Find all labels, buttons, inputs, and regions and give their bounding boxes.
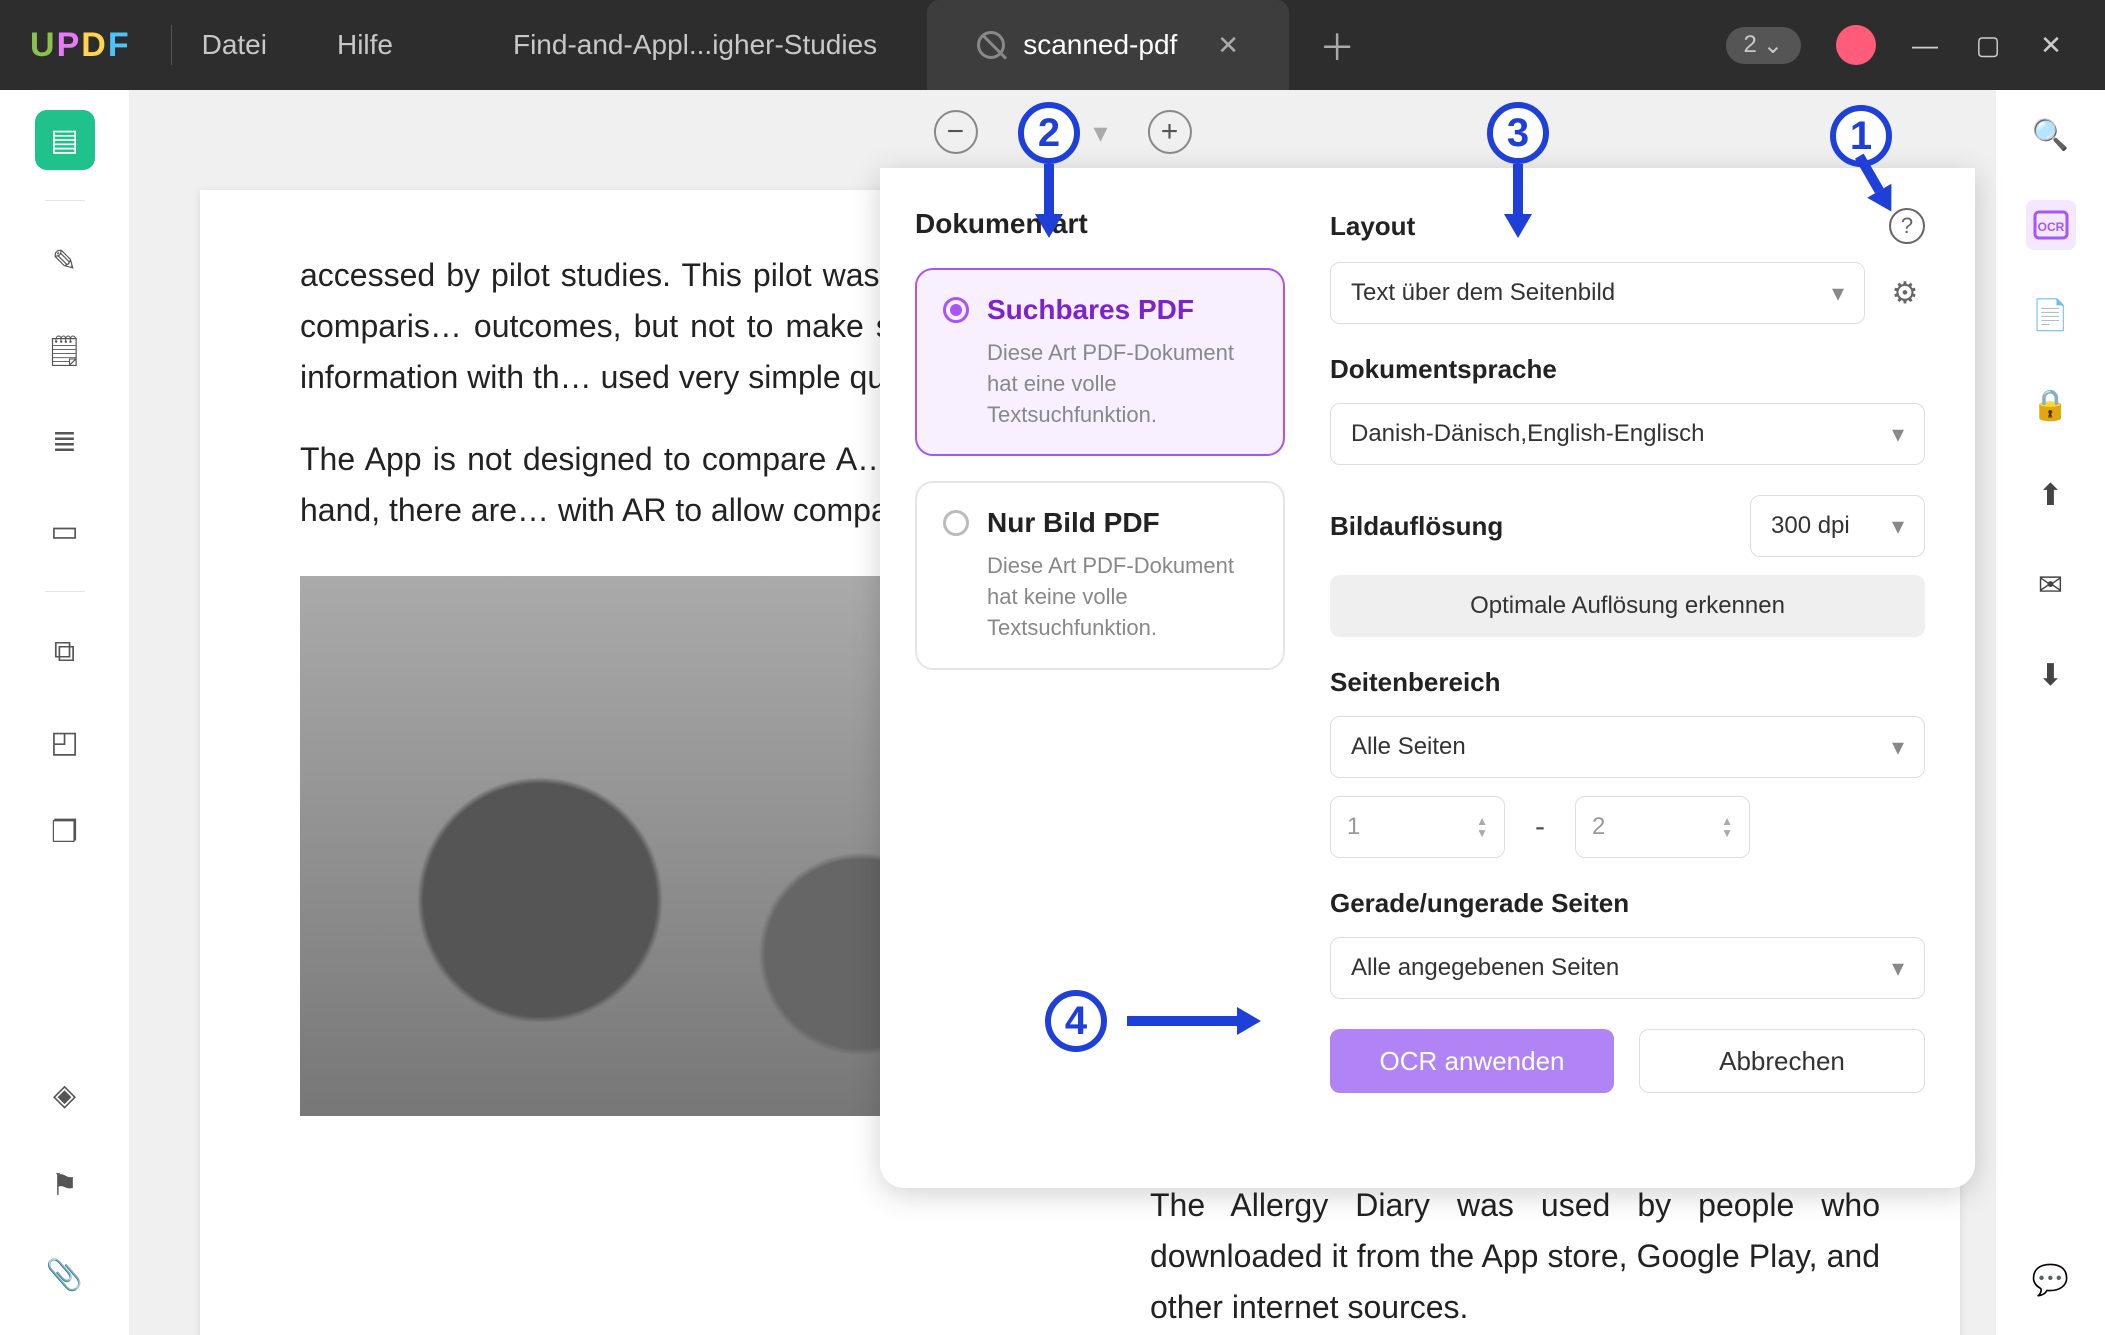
callout-2: 2 — [1018, 102, 1080, 238]
callout-number: 2 — [1018, 102, 1080, 164]
comment-icon[interactable]: 🗒 — [35, 321, 95, 381]
layers-icon[interactable]: ◈ — [35, 1065, 95, 1125]
chat-icon[interactable]: 💬 — [2026, 1255, 2076, 1305]
gear-icon[interactable]: ⚙ — [1885, 273, 1925, 313]
maximize-button[interactable]: ▢ — [1974, 31, 2002, 59]
callout-4: 4 — [1045, 990, 1261, 1052]
paragraph: The Allergy Diary was used by people who… — [1150, 1180, 1880, 1334]
radio-icon — [943, 297, 969, 323]
chevron-down-icon: ▾ — [1892, 954, 1904, 983]
close-window-button[interactable]: ✕ — [2037, 31, 2065, 59]
stepper-icon: ▲▼ — [1721, 815, 1733, 839]
parity-dropdown[interactable]: Alle angegebenen Seiten ▾ — [1330, 937, 1925, 999]
share-icon[interactable]: ⬆ — [2026, 470, 2076, 520]
input-value: 1 — [1347, 813, 1360, 841]
protect-icon[interactable]: 🔒 — [2026, 380, 2076, 430]
dropdown-value: Alle angegebenen Seiten — [1351, 954, 1619, 982]
bookmark-icon[interactable]: ⚑ — [35, 1155, 95, 1215]
dropdown-value: 300 dpi — [1771, 512, 1850, 540]
tab-active-label: scanned-pdf — [1023, 29, 1177, 61]
language-label: Dokumentsprache — [1330, 354, 1925, 385]
chevron-down-icon: ▾ — [1892, 733, 1904, 762]
page-to-input[interactable]: 2 ▲▼ — [1575, 796, 1750, 858]
dropdown-value: Text über dem Seitenbild — [1351, 279, 1615, 307]
help-icon[interactable]: ? — [1889, 208, 1925, 244]
resolution-dropdown[interactable]: 300 dpi ▾ — [1750, 495, 1925, 557]
range-dash: - — [1535, 810, 1545, 844]
chevron-down-icon: ▾ — [1892, 512, 1904, 541]
option-searchable-pdf[interactable]: Suchbares PDF Diese Art PDF-Dokument hat… — [915, 268, 1285, 456]
option-title: Nur Bild PDF — [987, 507, 1160, 539]
callout-number: 3 — [1487, 102, 1549, 164]
tab-inactive[interactable]: Find-and-Appl...igher-Studies — [463, 0, 927, 90]
page-range-label: Seitenbereich — [1330, 667, 1925, 698]
doc-type-heading: Dokumentart — [915, 208, 1285, 240]
chevron-down-icon: ▾ — [1892, 420, 1904, 449]
scanned-icon — [977, 31, 1005, 59]
badge-value: 2 — [1744, 31, 1757, 59]
menu-help[interactable]: Hilfe — [337, 29, 393, 61]
option-desc: Diese Art PDF-Dokument hat keine volle T… — [987, 551, 1257, 643]
stepper-icon: ▲▼ — [1476, 815, 1488, 839]
page-text-right: The Allergy Diary was used by people who… — [1150, 1180, 1880, 1335]
attachment-icon[interactable]: 📎 — [35, 1245, 95, 1305]
option-image-only-pdf[interactable]: Nur Bild PDF Diese Art PDF-Dokument hat … — [915, 481, 1285, 669]
convert-icon[interactable]: 📄 — [2026, 290, 2076, 340]
left-sidebar: ▤ ✎ 🗒 ≣ ▭ ⧉ ◰ ❐ ◈ ⚑ 📎 — [0, 90, 130, 1335]
window-count-badge[interactable]: 2⌄ — [1726, 27, 1801, 64]
layout-label: Layout — [1330, 211, 1415, 242]
app-logo: UPDF — [30, 26, 131, 65]
menu-file[interactable]: Datei — [202, 29, 267, 61]
language-dropdown[interactable]: Danish-Dänisch,English-Englisch ▾ — [1330, 403, 1925, 465]
page-from-input[interactable]: 1 ▲▼ — [1330, 796, 1505, 858]
page-range-dropdown[interactable]: Alle Seiten ▾ — [1330, 716, 1925, 778]
tab-active[interactable]: scanned-pdf ✕ — [927, 0, 1289, 90]
save-icon[interactable]: ⬇ — [2026, 650, 2076, 700]
pages-icon[interactable]: ⧉ — [35, 622, 95, 682]
separator — [171, 25, 172, 65]
highlight-icon[interactable]: ✎ — [35, 231, 95, 291]
svg-text:OCR: OCR — [2037, 220, 2064, 234]
zoom-out-button[interactable]: − — [933, 110, 977, 154]
dropdown-value: Alle Seiten — [1351, 733, 1466, 761]
zoom-in-button[interactable]: + — [1148, 110, 1192, 154]
callout-3: 3 — [1487, 102, 1549, 238]
dropdown-value: Danish-Dänisch,English-Englisch — [1351, 420, 1705, 448]
layout-dropdown[interactable]: Text über dem Seitenbild ▾ — [1330, 262, 1865, 324]
minimize-button[interactable]: — — [1911, 31, 1939, 59]
parity-label: Gerade/ungerade Seiten — [1330, 888, 1925, 919]
chevron-down-icon: ⌄ — [1763, 31, 1783, 60]
detect-resolution-button[interactable]: Optimale Auflösung erkennen — [1330, 575, 1925, 637]
titlebar: UPDF Datei Hilfe Find-and-Appl...igher-S… — [0, 0, 2105, 90]
option-title: Suchbares PDF — [987, 294, 1194, 326]
input-value: 2 — [1592, 813, 1605, 841]
crop-icon[interactable]: ◰ — [35, 712, 95, 772]
radio-icon — [943, 510, 969, 536]
chevron-down-icon: ▾ — [1093, 116, 1107, 149]
thumbnails-icon[interactable]: ▤ — [35, 110, 95, 170]
list-icon[interactable]: ≣ — [35, 411, 95, 471]
right-sidebar: 🔍 OCR 📄 🔒 ⬆ ✉ ⬇ 💬 — [1995, 90, 2105, 1335]
bookmark-page-icon[interactable]: ▭ — [35, 501, 95, 561]
search-icon[interactable]: 🔍 — [2026, 110, 2076, 160]
separator — [45, 200, 85, 201]
resolution-label: Bildauflösung — [1330, 511, 1503, 542]
option-desc: Diese Art PDF-Dokument hat eine volle Te… — [987, 338, 1257, 430]
callout-1: 1 — [1830, 105, 1892, 231]
separator — [45, 591, 85, 592]
chevron-down-icon: ▾ — [1832, 279, 1844, 308]
cancel-button[interactable]: Abbrechen — [1639, 1029, 1925, 1093]
callout-number: 4 — [1045, 990, 1107, 1052]
tab-close-icon[interactable]: ✕ — [1217, 30, 1239, 61]
avatar[interactable] — [1836, 25, 1876, 65]
copy-icon[interactable]: ❐ — [35, 802, 95, 862]
new-tab-button[interactable]: ＋ — [1319, 19, 1355, 71]
mail-icon[interactable]: ✉ — [2026, 560, 2076, 610]
apply-ocr-button[interactable]: OCR anwenden — [1330, 1029, 1614, 1093]
ocr-icon[interactable]: OCR — [2026, 200, 2076, 250]
